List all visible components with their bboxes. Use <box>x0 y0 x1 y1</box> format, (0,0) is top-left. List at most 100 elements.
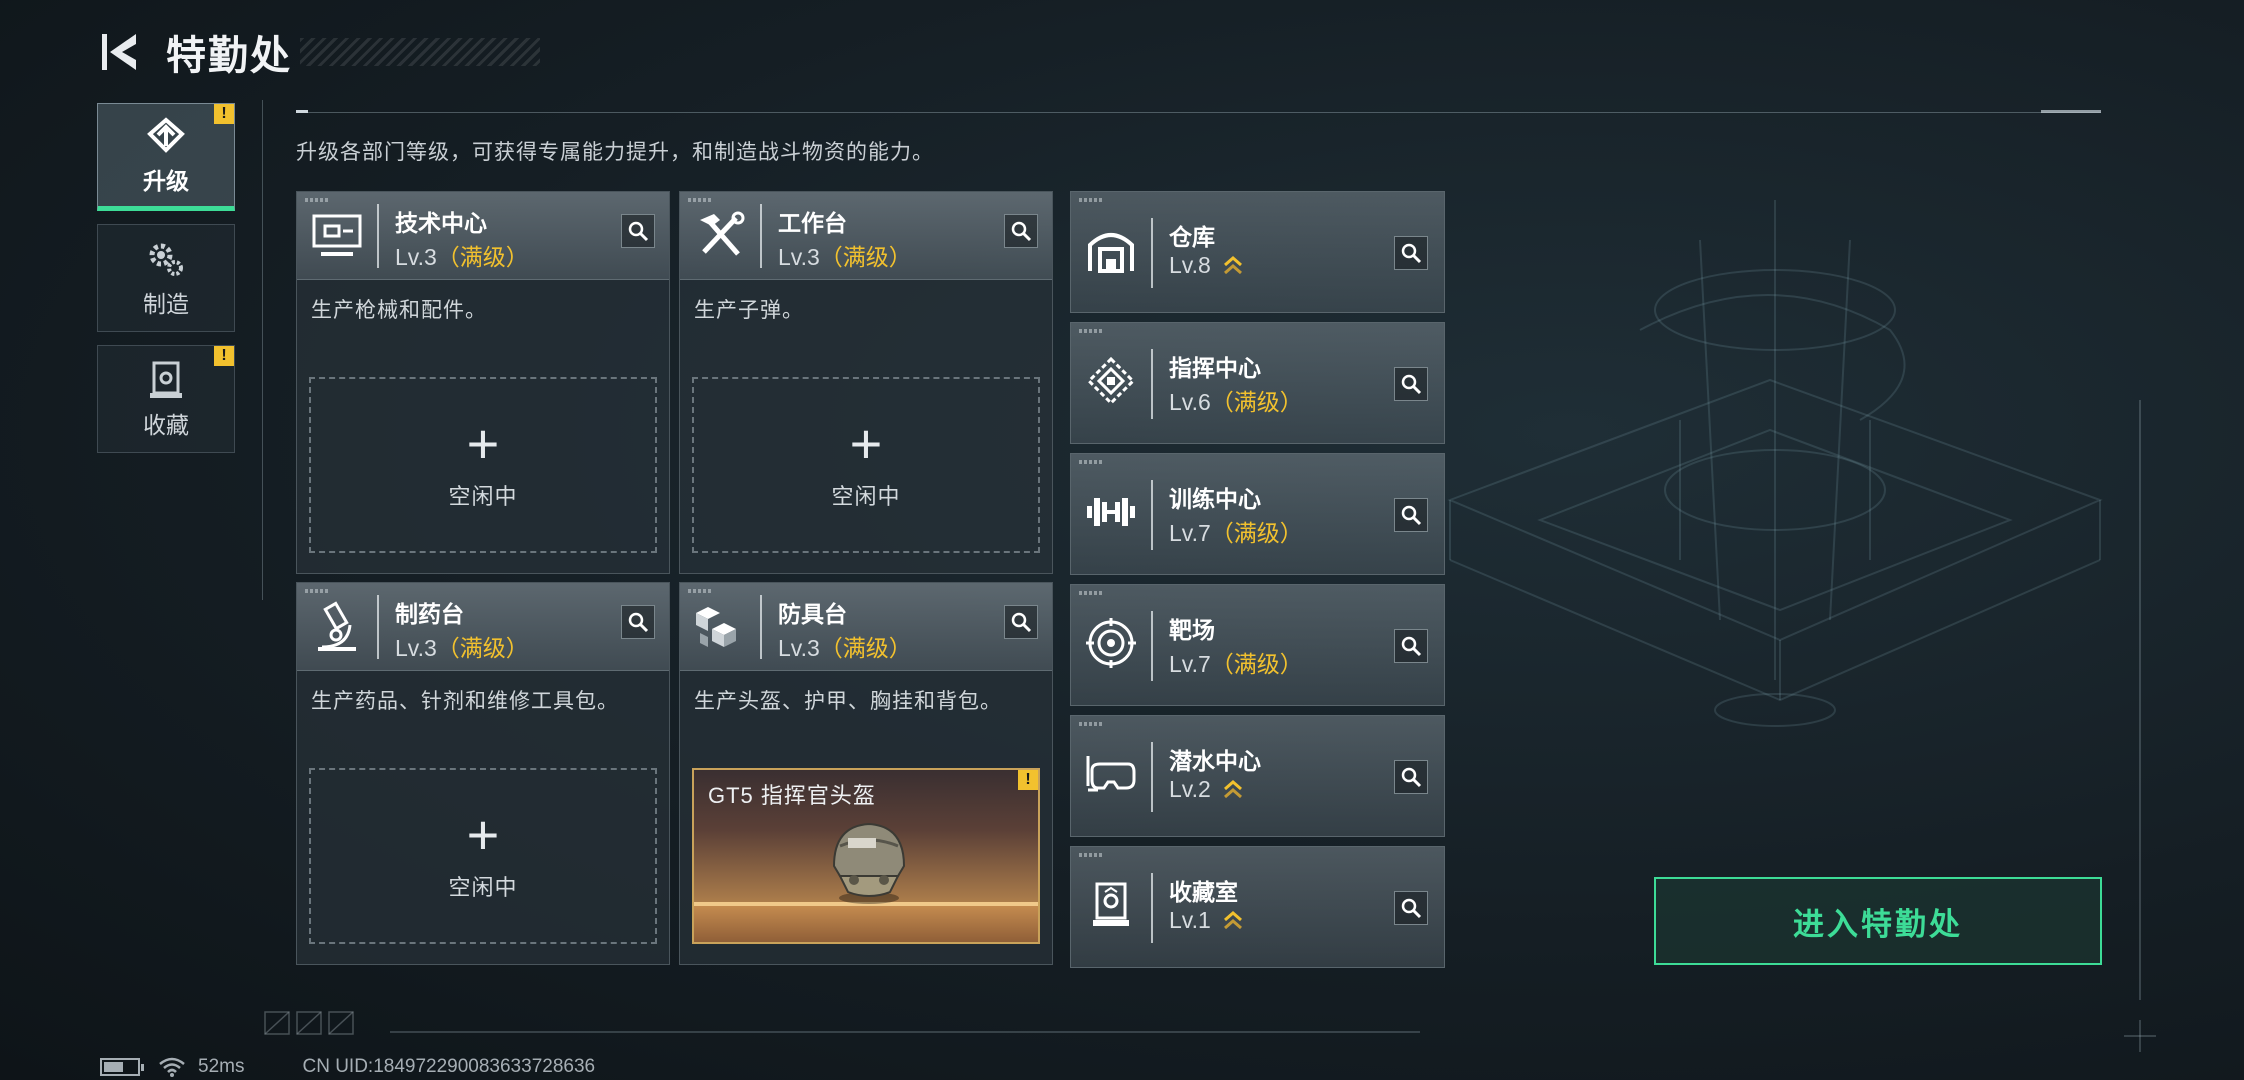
department-description: 生产枪械和配件。 <box>311 299 487 322</box>
department-description: 生产子弹。 <box>694 299 804 322</box>
department-level: Lv.3（满级） <box>395 635 529 661</box>
department-name: 防具台 <box>778 601 847 627</box>
department-card-workbench: 工作台 Lv.3（满级） 生产子弹。 + 空闲中 <box>679 191 1053 574</box>
battery-icon <box>100 1058 144 1076</box>
side-divider <box>262 100 263 600</box>
wifi-icon <box>159 1057 185 1077</box>
department-card-tech-center: 技术中心 Lv.3（满级） 生产枪械和配件。 + 空闲中 <box>296 191 670 574</box>
production-slot[interactable]: + 空闲中 <box>692 377 1040 553</box>
facility-name: 潜水中心 <box>1169 748 1261 774</box>
target-icon <box>1083 615 1139 671</box>
sidebar-item-label: 制造 <box>143 291 189 317</box>
facility-level: Lv.7（满级） <box>1169 651 1303 677</box>
department-level: Lv.3（满级） <box>395 244 529 270</box>
facility-name: 靶场 <box>1169 617 1215 643</box>
inspect-button[interactable] <box>1394 498 1428 532</box>
facility-card-warehouse[interactable]: 仓库 Lv.8 <box>1070 191 1445 313</box>
upgrade-available-icon <box>1224 255 1243 275</box>
search-icon <box>628 612 649 633</box>
inspect-button[interactable] <box>621 214 655 248</box>
facility-name: 收藏室 <box>1169 879 1238 905</box>
slot-status: 空闲中 <box>448 875 518 900</box>
card-header[interactable]: 技术中心 Lv.3（满级） <box>297 192 669 280</box>
dumbbell-icon <box>1083 484 1139 540</box>
header: 特勤处 <box>100 22 540 82</box>
department-level: Lv.3（满级） <box>778 244 912 270</box>
microscope-icon <box>309 599 365 655</box>
top-divider <box>296 110 2101 113</box>
facility-name: 仓库 <box>1169 224 1215 250</box>
facility-card-command-center[interactable]: 指挥中心 Lv.6（满级） <box>1070 322 1445 444</box>
inspect-button[interactable] <box>1394 629 1428 663</box>
slot-status: 空闲中 <box>448 484 518 509</box>
facility-level: Lv.2 <box>1169 776 1243 803</box>
inspect-button[interactable] <box>1394 891 1428 925</box>
helmet-image <box>832 822 906 904</box>
page-description: 升级各部门等级，可获得专属能力提升，和制造战斗物资的能力。 <box>296 141 934 164</box>
facility-level: Lv.6（满级） <box>1169 389 1303 415</box>
facility-name: 训练中心 <box>1169 486 1261 512</box>
production-slot[interactable]: + 空闲中 <box>309 377 657 553</box>
department-description: 生产药品、针剂和维修工具包。 <box>311 690 619 713</box>
card-header[interactable]: 防具台 Lv.3（满级） <box>680 583 1052 671</box>
upgrade-available-icon <box>1224 779 1243 799</box>
sidebar-item-label: 升级 <box>143 168 189 194</box>
facility-card-diving-center[interactable]: 潜水中心 Lv.2 <box>1070 715 1445 837</box>
department-name: 技术中心 <box>395 210 487 236</box>
alert-badge: ! <box>214 346 234 366</box>
title-decoration <box>300 38 540 66</box>
inspect-button[interactable] <box>1004 605 1038 639</box>
upgrade-icon <box>142 114 190 158</box>
inspect-button[interactable] <box>621 605 655 639</box>
inspect-button[interactable] <box>1394 760 1428 794</box>
inspect-button[interactable] <box>1004 214 1038 248</box>
tools-icon <box>692 208 748 264</box>
sidebar-item-upgrade[interactable]: ! 升级 <box>97 103 235 211</box>
page-title: 特勤处 <box>166 34 292 78</box>
diving-mask-icon <box>1083 746 1139 802</box>
sidebar: ! 升级 制造 ! 收藏 <box>97 103 235 466</box>
back-button[interactable] <box>100 29 142 75</box>
alert-badge: ! <box>1018 770 1038 790</box>
facility-level: Lv.8 <box>1169 252 1243 279</box>
enter-special-ops-button[interactable]: 进入特勤处 <box>1654 877 2102 965</box>
gears-icon <box>142 237 190 281</box>
enter-button-label: 进入特勤处 <box>1793 906 1963 942</box>
search-icon <box>1011 221 1032 242</box>
sidebar-item-label: 收藏 <box>143 412 189 438</box>
inspect-button[interactable] <box>1394 367 1428 401</box>
search-icon <box>1401 767 1422 788</box>
search-icon <box>628 221 649 242</box>
collection-icon <box>142 358 190 402</box>
card-header[interactable]: 制药台 Lv.3（满级） <box>297 583 669 671</box>
search-icon <box>1401 374 1422 395</box>
inspect-button[interactable] <box>1394 236 1428 270</box>
add-icon: + <box>466 412 500 475</box>
collection-room-icon <box>1083 877 1139 933</box>
sidebar-item-collection[interactable]: ! 收藏 <box>97 345 235 453</box>
crafting-slot[interactable]: GT5 指挥官头盔 ! <box>692 768 1040 944</box>
department-description: 生产头盔、护甲、胸挂和背包。 <box>694 690 1002 713</box>
command-center-icon <box>1083 353 1139 409</box>
department-name: 工作台 <box>778 210 847 236</box>
department-level: Lv.3（满级） <box>778 635 912 661</box>
computer-icon <box>309 208 365 264</box>
facility-card-shooting-range[interactable]: 靶场 Lv.7（满级） <box>1070 584 1445 706</box>
facility-card-training-center[interactable]: 训练中心 Lv.7（满级） <box>1070 453 1445 575</box>
alert-badge: ! <box>214 104 234 124</box>
facility-card-collection-room[interactable]: 收藏室 Lv.1 <box>1070 846 1445 968</box>
facility-level: Lv.7（满级） <box>1169 520 1303 546</box>
department-card-armor-bench: 防具台 Lv.3（满级） 生产头盔、护甲、胸挂和背包。 GT5 指挥官头盔 ! <box>679 582 1053 965</box>
crafting-item-name: GT5 指挥官头盔 <box>708 783 876 808</box>
user-uid: CN UID:18497229008363372863​6 <box>302 1056 596 1077</box>
sidebar-item-craft[interactable]: 制造 <box>97 224 235 332</box>
search-icon <box>1401 505 1422 526</box>
warehouse-icon <box>1083 222 1139 278</box>
add-icon: + <box>849 412 883 475</box>
armor-blocks-icon <box>692 599 748 655</box>
search-icon <box>1011 612 1032 633</box>
search-icon <box>1401 636 1422 657</box>
search-icon <box>1401 243 1422 264</box>
production-slot[interactable]: + 空闲中 <box>309 768 657 944</box>
card-header[interactable]: 工作台 Lv.3（满级） <box>680 192 1052 280</box>
